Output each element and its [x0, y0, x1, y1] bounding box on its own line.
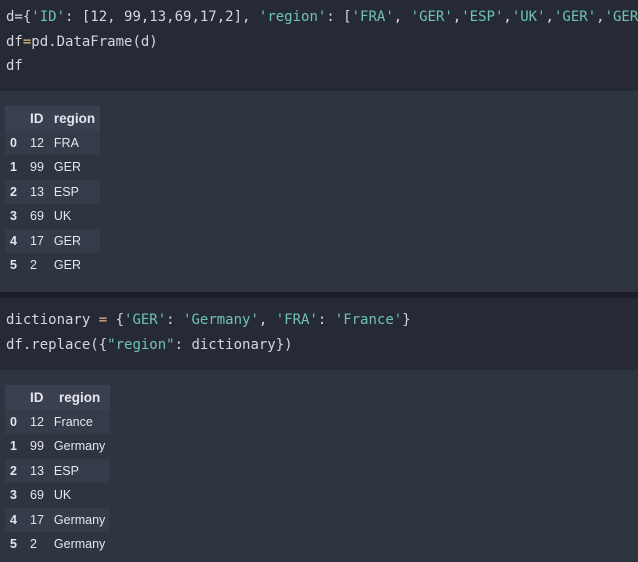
table-row: 0 12 France: [5, 409, 111, 434]
table-row: 2 13 ESP: [5, 458, 111, 483]
table-row: 3 69 UK: [5, 483, 111, 508]
table-row: 5 2 GER: [5, 253, 101, 278]
table-row: 0 12 FRA: [5, 130, 101, 155]
cell-region: Germany: [53, 512, 106, 527]
code-line: dictionary = {'GER': 'Germany', 'FRA': '…: [6, 312, 411, 328]
table-row: 4 17 GER: [5, 228, 101, 253]
cell-region: ESP: [53, 463, 79, 478]
cell-id: 12: [30, 135, 44, 150]
row-index: 1: [10, 439, 17, 454]
cell-id: 2: [30, 537, 37, 552]
table-header-row: ID region: [5, 106, 101, 131]
code-line: d={'ID': [12, 99,13,69,17,2], 'region': …: [6, 9, 638, 25]
row-index: 5: [10, 258, 17, 273]
table-row: 5 2 Germany: [5, 532, 111, 557]
row-index: 0: [10, 135, 17, 150]
column-header-id: ID: [30, 389, 44, 405]
cell-id: 99: [30, 439, 44, 454]
cell-region: France: [53, 414, 93, 429]
cell-id: 12: [30, 414, 44, 429]
cell-region: Germany: [53, 439, 106, 454]
row-index: 4: [10, 512, 17, 527]
code-cell-1[interactable]: d={'ID': [12, 99,13,69,17,2], 'region': …: [0, 0, 638, 91]
cell-id: 17: [30, 233, 44, 248]
cell-region: Germany: [53, 537, 106, 552]
code-line: df.replace({"region": dictionary}): [6, 336, 293, 353]
cell-id: 13: [30, 184, 44, 199]
table-row: 1 99 Germany: [5, 434, 111, 459]
row-index: 1: [10, 160, 17, 175]
row-index: 2: [10, 184, 17, 199]
cell-region: ESP: [53, 184, 79, 199]
dataframe-table: ID region 0 12 FRA 1 99 GER 2 13 ESP 3 69 UK 4 17…: [5, 106, 101, 278]
cell-id: 2: [30, 258, 37, 273]
index-header: [5, 106, 25, 131]
cell-region: FRA: [53, 135, 79, 150]
table-row: 4 17 Germany: [5, 507, 111, 532]
column-header-region: region: [58, 389, 101, 405]
cell-region: GER: [53, 233, 81, 248]
cell-region: GER: [53, 258, 81, 273]
code-cell-2[interactable]: dictionary = {'GER': 'Germany', 'FRA': '…: [0, 298, 638, 370]
cell-id: 69: [30, 209, 44, 224]
column-header-region: region: [53, 110, 96, 126]
cell-region: UK: [53, 209, 72, 224]
cell-id: 13: [30, 463, 44, 478]
cell-id: 99: [30, 160, 44, 175]
row-index: 3: [10, 488, 17, 503]
code-line: df: [6, 58, 23, 74]
row-index: 5: [10, 537, 17, 552]
cell-region: GER: [53, 160, 81, 175]
index-header: [5, 385, 25, 410]
dataframe-table: ID region 0 12 France 1 99 Germany 2 13 ESP 36…: [5, 385, 111, 557]
column-header-id: ID: [30, 110, 44, 126]
row-index: 4: [10, 233, 17, 248]
cell-id: 69: [30, 488, 44, 503]
cell-region: UK: [53, 488, 72, 503]
table-header-row: ID region: [5, 385, 111, 410]
table-row: 3 69 UK: [5, 204, 101, 229]
code-line: df=pd.DataFrame(d): [6, 33, 158, 50]
row-index: 3: [10, 209, 17, 224]
row-index: 0: [10, 414, 17, 429]
row-index: 2: [10, 463, 17, 478]
table-row: 1 99 GER: [5, 155, 101, 180]
cell-id: 17: [30, 512, 44, 527]
table-row: 2 13 ESP: [5, 179, 101, 204]
